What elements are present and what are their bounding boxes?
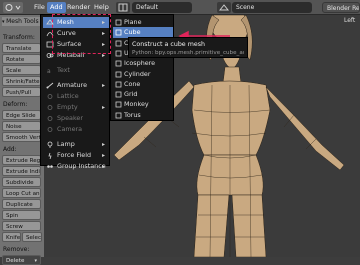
chevron-right-icon: ▸ — [101, 152, 105, 159]
delete-label: Delete — [6, 258, 25, 264]
push-pull-button[interactable]: Push/Pull — [2, 87, 41, 97]
mesh-submenu-item-label: Torus — [124, 110, 141, 119]
plane-icon — [115, 19, 122, 26]
mesh-submenu-item-label: Cone — [124, 79, 141, 88]
mesh-submenu-item-label: Cube — [124, 28, 141, 37]
add-menu-item-force-field[interactable]: Force Field ▸ — [43, 150, 109, 161]
transform-header: Transform: — [3, 34, 35, 41]
editor-type-icon[interactable] — [3, 2, 23, 13]
loop-cut-slide-button[interactable]: Loop Cut and Slide — [2, 188, 41, 198]
screw-button[interactable]: Screw — [2, 221, 41, 231]
add-menu-item-label: Text — [57, 66, 70, 74]
deform-header: Deform: — [3, 101, 28, 108]
lamp-icon — [46, 141, 54, 148]
icosphere-icon — [115, 60, 122, 67]
mesh-submenu-item-label: Monkey — [124, 100, 149, 109]
chevron-right-icon: ▸ — [101, 104, 105, 111]
text-icon: a — [46, 67, 54, 75]
spin-button[interactable]: Spin — [2, 210, 41, 220]
add-menu-item-label: Camera — [57, 125, 83, 133]
menu-help[interactable]: Help — [91, 2, 112, 13]
add-menu-item-lattice: Lattice — [43, 91, 109, 102]
scene-icon[interactable] — [217, 2, 231, 13]
layout-icon[interactable] — [116, 2, 130, 13]
render-engine-select[interactable]: Blender Rende — [322, 2, 360, 13]
menu-render[interactable]: Render — [64, 2, 93, 13]
knife-select-button[interactable]: Select — [22, 232, 42, 242]
rotate-button[interactable]: Rotate — [2, 54, 41, 64]
add-menu-item-speaker: Speaker — [43, 113, 109, 124]
menu-add[interactable]: Add — [47, 2, 66, 13]
mesh-submenu-item-label: Grid — [124, 90, 138, 99]
add-menu-item-label: Force Field — [57, 151, 92, 159]
chevron-right-icon: ▸ — [101, 141, 105, 148]
screen-layout-field[interactable]: Default — [132, 2, 192, 13]
mesh-submenu-item-label: Cylinder — [124, 69, 151, 78]
shrink-fatten-button[interactable]: Shrink/Fatten — [2, 76, 41, 86]
mesh-submenu: PlaneCubeCircleUV SIcosphereCylinderCone… — [110, 14, 174, 121]
add-menu-item-label: Group Instance — [57, 162, 106, 170]
edge-slide-button[interactable]: Edge Slide — [2, 110, 41, 120]
add-menu-item-lamp[interactable]: Lamp ▸ — [43, 139, 109, 150]
scale-button[interactable]: Scale — [2, 65, 41, 75]
noise-button[interactable]: Noise — [2, 121, 41, 131]
menu-file[interactable]: File — [31, 2, 48, 13]
tool-shelf: ▾ Mesh Tools Transform: Translate Rotate… — [0, 15, 44, 265]
torus-icon — [115, 112, 122, 119]
cone-icon — [115, 81, 122, 88]
extrude-individual-button[interactable]: Extrude Individual — [2, 166, 41, 176]
add-menu-item-label: Armature — [57, 81, 88, 89]
viewport-corner-label: Left — [344, 17, 356, 24]
circle-icon — [115, 40, 122, 47]
group-instance-icon — [46, 163, 54, 170]
info-header: File Add Render Help Default Scene Blend… — [0, 0, 360, 15]
cube-icon — [115, 29, 122, 36]
mesh-submenu-item-label: Icosphere — [124, 59, 156, 68]
add-menu-item-label: Lattice — [57, 92, 79, 100]
duplicate-button[interactable]: Duplicate — [2, 199, 41, 209]
translate-button[interactable]: Translate — [2, 43, 41, 53]
add-menu-item-label: Speaker — [57, 114, 83, 122]
empty-icon — [46, 104, 54, 111]
monkey-icon — [115, 101, 122, 108]
add-menu-item-label: Empty — [57, 103, 78, 111]
add-menu-item-label: Lamp — [57, 140, 75, 148]
scene-field[interactable]: Scene — [232, 2, 312, 13]
add-header: Add: — [3, 146, 17, 153]
speaker-icon — [46, 115, 54, 122]
tooltip-title: Construct a cube mesh — [132, 41, 205, 48]
add-menu-item-empty: Empty ▸ — [43, 102, 109, 113]
camera-icon — [46, 126, 54, 133]
subdivide-button[interactable]: Subdivide — [2, 177, 41, 187]
force-field-icon — [46, 152, 54, 160]
cube-tooltip: Construct a cube mesh Python: bpy.ops.me… — [128, 37, 248, 58]
extrude-region-button[interactable]: Extrude Region — [2, 155, 41, 165]
svg-text:a: a — [47, 68, 51, 74]
add-menu-item-camera: Camera — [43, 124, 109, 135]
mesh-submenu-item-label: Plane — [124, 18, 142, 26]
smooth-vertex-button[interactable]: Smooth Vertex — [2, 132, 41, 142]
mesh-tools-title: ▾ Mesh Tools — [2, 17, 42, 26]
armature-icon — [46, 82, 54, 89]
knife-button[interactable]: Knife — [2, 232, 21, 242]
annotation-box — [52, 14, 111, 54]
lattice-icon — [46, 93, 54, 100]
remove-header: Remove: — [3, 246, 30, 253]
cylinder-icon — [115, 71, 122, 78]
tooltip-python: Python: bpy.ops.mesh.primitive_cube_add(… — [132, 50, 244, 56]
add-menu-item-armature[interactable]: Armature ▸ — [43, 80, 109, 91]
add-menu-item-group-instance[interactable]: Group Instance ▸ — [43, 161, 109, 172]
add-menu-item-text: a Text — [43, 65, 109, 76]
chevron-down-icon: ▾ — [34, 258, 37, 264]
chevron-right-icon: ▸ — [101, 82, 105, 89]
uv-sphere-icon — [115, 50, 122, 57]
grid-icon — [115, 91, 122, 98]
chevron-right-icon: ▸ — [101, 163, 105, 170]
mesh-submenu-item-torus[interactable]: Torus — [113, 110, 173, 121]
